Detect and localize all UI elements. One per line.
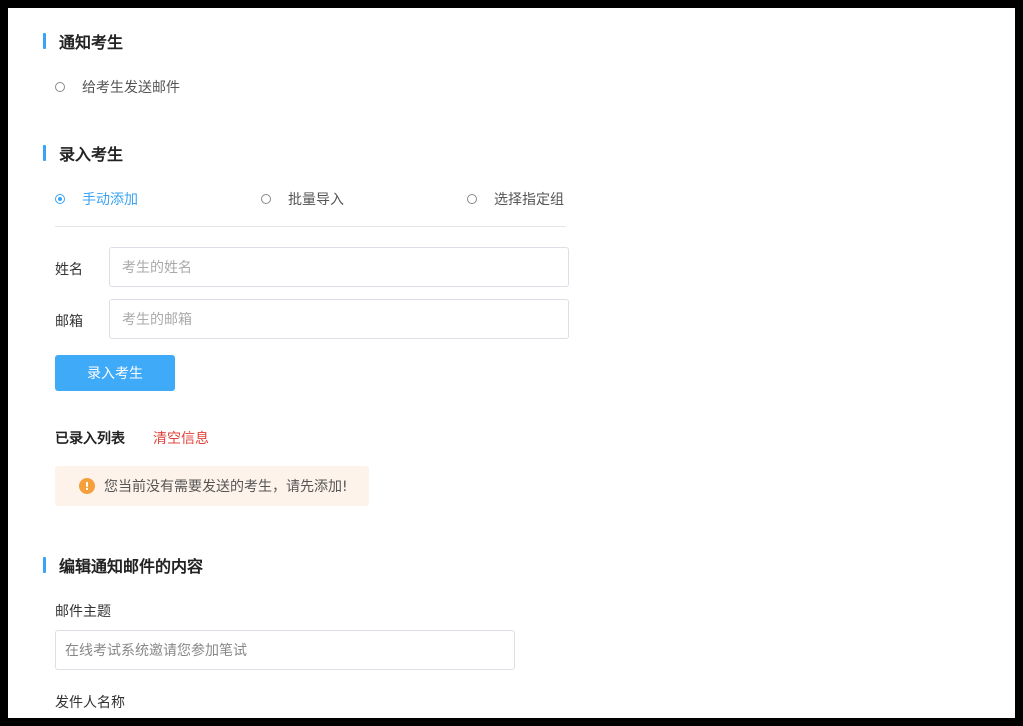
empty-notice: ! 您当前没有需要发送的考生，请先添加! bbox=[55, 466, 369, 506]
section-accent-bar bbox=[43, 145, 46, 161]
radio-circle-icon bbox=[55, 82, 65, 92]
radio-label: 批量导入 bbox=[288, 192, 344, 208]
email-input[interactable]: 考生的邮箱 bbox=[109, 299, 569, 339]
radio-label: 手动添加 bbox=[82, 192, 138, 208]
email-label: 邮箱 bbox=[55, 314, 83, 330]
subject-input[interactable]: 在线考试系统邀请您参加笔试 bbox=[55, 630, 515, 670]
entered-list-label: 已录入列表 bbox=[55, 431, 125, 447]
radio-manual-add[interactable]: 手动添加 bbox=[55, 189, 138, 209]
radio-circle-icon bbox=[467, 194, 477, 204]
section-accent-bar bbox=[43, 33, 46, 49]
name-placeholder: 考生的姓名 bbox=[122, 260, 192, 276]
clear-info-link[interactable]: 清空信息 bbox=[153, 428, 209, 448]
sender-label: 发件人名称 bbox=[55, 695, 125, 711]
empty-notice-text: 您当前没有需要发送的考生，请先添加! bbox=[104, 479, 348, 495]
radio-selected-icon bbox=[55, 194, 65, 204]
section-title-enter: 录入考生 bbox=[43, 144, 124, 164]
name-input[interactable]: 考生的姓名 bbox=[109, 247, 569, 287]
subject-label: 邮件主题 bbox=[55, 604, 111, 620]
radio-send-email[interactable]: 给考生发送邮件 bbox=[55, 77, 180, 97]
radio-label: 选择指定组 bbox=[494, 192, 564, 208]
email-placeholder: 考生的邮箱 bbox=[122, 312, 192, 328]
radio-circle-icon bbox=[261, 194, 271, 204]
section-title-text: 编辑通知邮件的内容 bbox=[59, 557, 204, 576]
radio-label: 给考生发送邮件 bbox=[82, 80, 180, 96]
section-accent-bar bbox=[43, 557, 46, 573]
enter-examinee-button[interactable]: 录入考生 bbox=[55, 355, 175, 391]
radio-batch-import[interactable]: 批量导入 bbox=[261, 189, 344, 209]
divider bbox=[55, 226, 566, 227]
page-frame: 通知考生 给考生发送邮件 录入考生 手动添加 批量导入 选择指定组 姓名 考生的… bbox=[8, 8, 1015, 718]
section-title-text: 通知考生 bbox=[59, 33, 124, 52]
radio-select-group[interactable]: 选择指定组 bbox=[467, 189, 564, 209]
section-title-mail: 编辑通知邮件的内容 bbox=[43, 556, 204, 576]
section-title-text: 录入考生 bbox=[59, 145, 124, 164]
warning-icon: ! bbox=[79, 478, 95, 494]
subject-value: 在线考试系统邀请您参加笔试 bbox=[65, 643, 247, 659]
name-label: 姓名 bbox=[55, 262, 83, 278]
section-title-notify: 通知考生 bbox=[43, 32, 124, 52]
